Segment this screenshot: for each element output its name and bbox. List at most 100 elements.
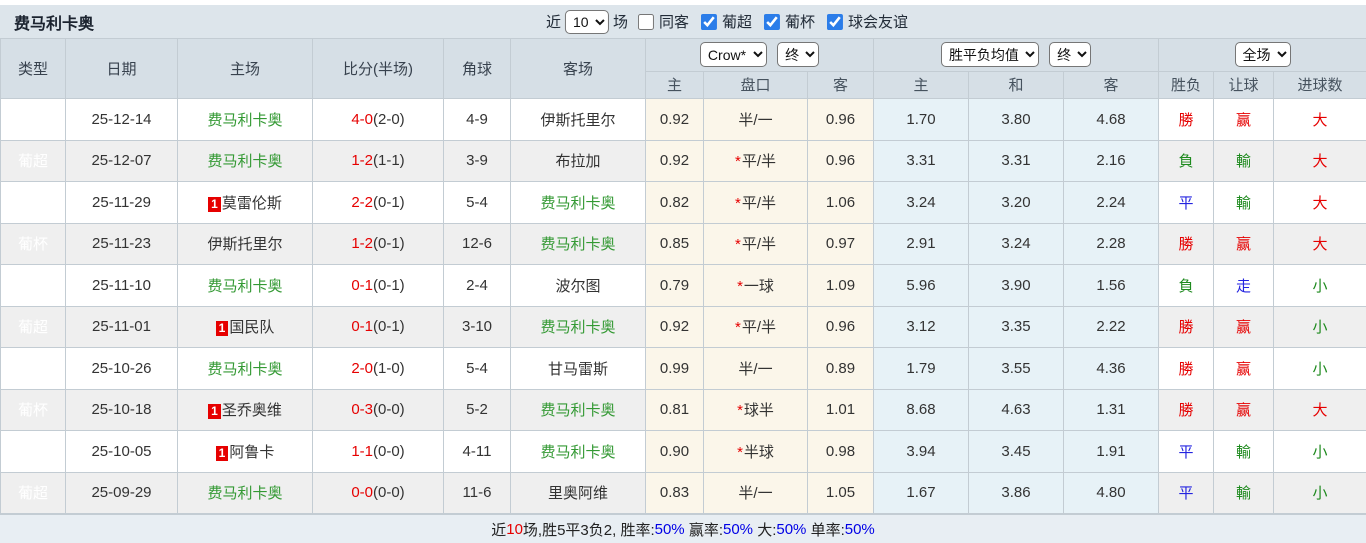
eu-draw-odds-cell: 4.63 xyxy=(968,388,1065,431)
handicap-cell: 半/一 xyxy=(703,98,808,141)
asia-time-select[interactable]: 终 xyxy=(777,42,820,68)
fulltime-score: 0-0 xyxy=(351,484,373,502)
league-label[interactable]: 葡超 xyxy=(722,11,752,32)
team-name: 甘马雷斯 xyxy=(547,360,608,378)
recent-count-select[interactable]: 10 xyxy=(564,9,609,34)
result-cell: 勝 xyxy=(1158,347,1215,390)
fulltime-score: 4-0 xyxy=(351,110,373,128)
handicap-result-cell: 走 xyxy=(1213,264,1275,307)
handicap-result-cell: 赢 xyxy=(1213,347,1275,390)
date-cell: 25-10-05 xyxy=(65,430,178,473)
eu-away-odds-cell: 2.16 xyxy=(1063,139,1160,182)
halftime-score: (0-0) xyxy=(373,484,405,502)
team-name: 费马利卡奥 xyxy=(540,319,616,337)
corner-cell: 4-9 xyxy=(443,98,511,141)
halftime-score: (1-1) xyxy=(373,152,405,170)
goals-cell: 小 xyxy=(1273,264,1366,307)
match-row: 葡超 25-11-01 1 国民队 0-1(0-1) 3-10 费马利卡奥 0.92 *平/半 0… xyxy=(0,305,1366,348)
eu-home-odds-cell: 1.79 xyxy=(873,347,970,390)
eu-home-odds-cell: 2.91 xyxy=(873,222,970,265)
result-cell: 勝 xyxy=(1158,305,1215,348)
score-cell: 2-0(1-0) xyxy=(312,347,444,390)
eu-home-odds-cell: 8.68 xyxy=(873,388,970,431)
handicap-star: * xyxy=(737,402,743,420)
handicap-text: 半球 xyxy=(743,443,774,461)
handicap-star: * xyxy=(734,236,741,254)
fulltime-score: 2-2 xyxy=(351,193,373,211)
fulltime-score: 0-1 xyxy=(351,276,373,294)
home-odds-cell: 0.92 xyxy=(645,98,704,141)
away-team-cell: 费马利卡奥 xyxy=(510,305,646,348)
rank-badge: 1 xyxy=(215,445,229,461)
date-cell: 25-11-01 xyxy=(65,305,178,348)
bookmaker-select[interactable]: Crow* xyxy=(699,42,767,68)
away-odds-cell: 1.09 xyxy=(806,264,875,307)
handicap-text: 平/半 xyxy=(741,153,776,171)
result-cell: 負 xyxy=(1158,264,1215,307)
eu-away-odds-cell: 1.31 xyxy=(1063,388,1160,431)
period-select[interactable]: 全场 xyxy=(1234,42,1291,68)
col-header-date: 日期 xyxy=(65,38,178,99)
handicap-text: 平/半 xyxy=(741,319,776,337)
away-team-cell: 伊斯托里尔 xyxy=(510,98,646,141)
home-odds-cell: 0.92 xyxy=(645,139,704,182)
away-team-cell: 布拉加 xyxy=(510,139,646,182)
subcol-goals: 进球数 xyxy=(1273,70,1366,100)
friendly-checkbox[interactable] xyxy=(827,13,844,30)
fulltime-score: 1-1 xyxy=(351,442,373,460)
goals-cell: 小 xyxy=(1273,430,1366,473)
summary-segment: 大: xyxy=(753,522,777,539)
handicap-result-cell: 輸 xyxy=(1213,471,1275,514)
rank-badge: 1 xyxy=(215,321,229,337)
away-team-cell: 费马利卡奥 xyxy=(510,222,646,265)
same-venue-label[interactable]: 同客 xyxy=(659,11,689,32)
away-odds-cell: 1.01 xyxy=(806,388,875,431)
handicap-result-cell: 輸 xyxy=(1213,139,1275,182)
rank-badge: 1 xyxy=(208,196,221,212)
goals-cell: 小 xyxy=(1273,471,1366,514)
competition-cell: 葡杯 xyxy=(0,388,66,431)
home-team-cell: 伊斯托里尔 xyxy=(177,222,313,265)
europe-odds-select[interactable]: 胜平负均值 xyxy=(940,42,1039,68)
league-checkbox[interactable] xyxy=(701,13,717,30)
corner-cell: 12-6 xyxy=(443,222,511,265)
team-name: 费马利卡奥 xyxy=(207,277,283,295)
subcol-asia-away: 客 xyxy=(806,70,875,100)
handicap-cell: *球半 xyxy=(703,388,808,431)
goals-cell: 大 xyxy=(1273,388,1366,431)
match-row: 葡超 25-12-07 费马利卡奥 1-2(1-1) 3-9 布拉加 0.92 *平/半 0.9… xyxy=(0,139,1366,182)
team-name: 费马利卡奥 xyxy=(207,111,283,129)
score-cell: 1-2(1-1) xyxy=(312,139,444,182)
competition-cell: 葡超 xyxy=(0,305,66,348)
home-odds-cell: 0.99 xyxy=(645,347,704,390)
cup-label[interactable]: 葡杯 xyxy=(785,11,815,32)
europe-time-select[interactable]: 终 xyxy=(1049,42,1092,68)
score-cell: 1-1(0-0) xyxy=(312,430,444,473)
team-title: 费马利卡奥 xyxy=(14,15,95,33)
away-team-cell: 甘马雷斯 xyxy=(510,347,646,390)
halftime-score: (2-0) xyxy=(373,110,405,128)
home-odds-cell: 0.79 xyxy=(645,264,704,307)
score-cell: 0-1(0-1) xyxy=(312,305,444,348)
eu-home-odds-cell: 3.94 xyxy=(873,430,970,473)
eu-draw-odds-cell: 3.80 xyxy=(968,98,1065,141)
friendly-label[interactable]: 球会友谊 xyxy=(848,11,908,32)
result-cell: 勝 xyxy=(1158,222,1215,265)
goals-cell: 大 xyxy=(1273,181,1366,224)
home-odds-cell: 0.81 xyxy=(645,388,704,431)
halftime-score: (0-0) xyxy=(373,442,405,460)
date-cell: 25-09-29 xyxy=(65,471,178,514)
summary-segment: 单率: xyxy=(806,522,845,539)
home-team-cell: 费马利卡奥 xyxy=(177,264,313,307)
team-name: 莫雷伦斯 xyxy=(221,194,282,212)
cup-checkbox[interactable] xyxy=(764,13,781,30)
goals-cell: 大 xyxy=(1273,222,1366,265)
same-venue-checkbox[interactable] xyxy=(637,13,654,30)
score-cell: 4-0(2-0) xyxy=(312,98,444,141)
corner-cell: 3-10 xyxy=(443,305,511,348)
fulltime-score: 1-2 xyxy=(351,152,373,170)
competition-cell: 葡超 xyxy=(0,139,66,182)
competition-cell: 葡超 xyxy=(0,471,66,514)
date-cell: 25-10-26 xyxy=(65,347,178,390)
result-group-header: 全场 xyxy=(1158,38,1366,72)
